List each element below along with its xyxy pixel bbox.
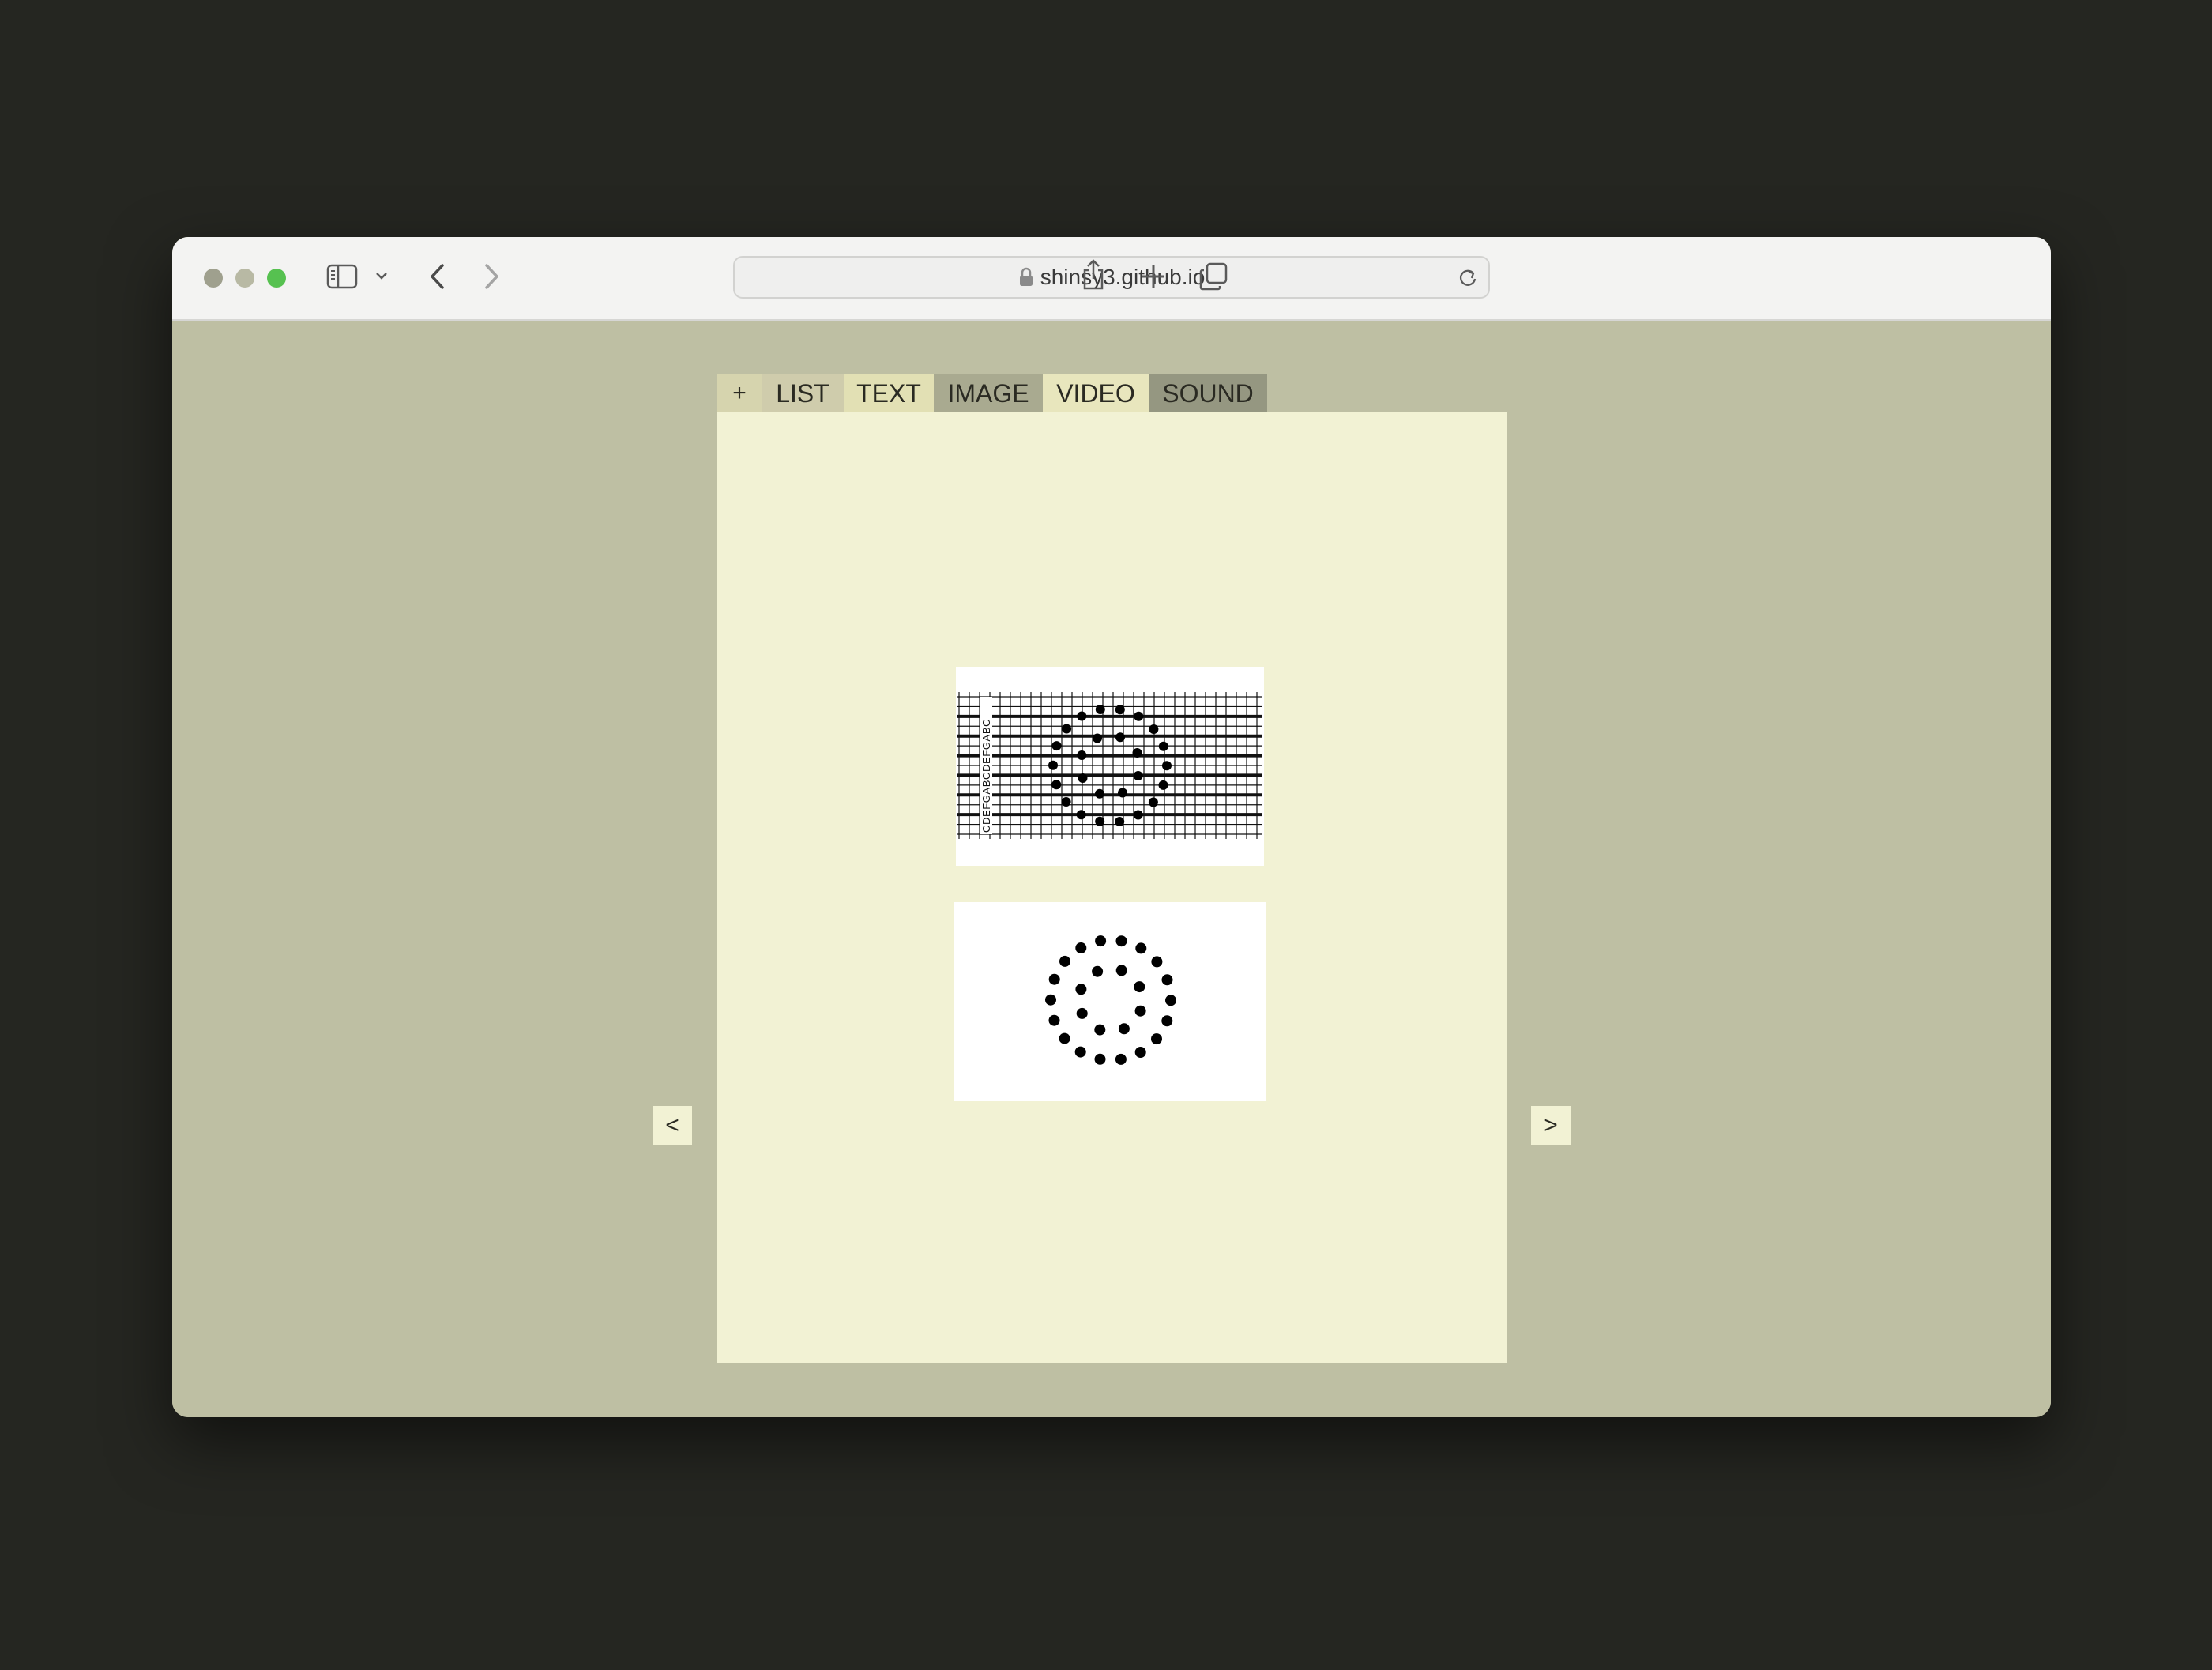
score-dot [1077,750,1087,760]
category-tabs: + LIST TEXT IMAGE VIDEO SOUND [717,374,1267,412]
lock-icon [1019,267,1033,286]
score-image: CDEFGABCDEFGABC [957,692,1262,839]
chevron-down-icon[interactable] [374,270,389,281]
score-dot [1077,711,1087,721]
score-dot [1148,797,1158,807]
score-dot [1134,711,1144,721]
pattern-dot [1161,1015,1173,1027]
score-dot [1093,733,1102,743]
pattern-dot [1115,1053,1127,1065]
pattern-dot [1048,973,1060,985]
score-dot [1076,810,1086,820]
score-dot [1095,705,1105,714]
score-dot [1062,724,1072,734]
pattern-dot [1151,956,1163,968]
next-button[interactable]: > [1531,1106,1571,1145]
score-dot [1115,817,1125,826]
address-bar[interactable]: shinsy3.github.io [733,256,1490,299]
score-dot [1133,771,1143,780]
forward-icon[interactable] [482,261,502,292]
back-icon[interactable] [427,261,447,292]
pattern-dot [1151,1033,1162,1045]
pattern-dot [1118,1023,1130,1035]
tab-add[interactable]: + [717,374,762,412]
pattern-dot [1134,1005,1146,1017]
content-panel: CDEFGABCDEFGABC [717,412,1507,1363]
pattern-dot [1076,1007,1088,1019]
score-dot [1162,761,1172,771]
url-display: shinsy3.github.io [735,258,1488,297]
pattern-dot [1059,1032,1070,1044]
plus-icon[interactable] [1139,262,1168,291]
pattern-dot [1165,995,1176,1006]
browser-toolbar: shinsy3.github.io [172,237,2051,321]
browser-window: shinsy3.github.io + LIST TEXT IMAGE VIDE… [172,237,2051,1417]
share-icon[interactable] [1079,258,1108,292]
pattern-dot [1095,935,1107,947]
score-dot [1115,732,1125,743]
score-dot [1048,760,1058,770]
score-dot [1118,788,1127,798]
score-dot [1133,810,1143,820]
pattern-dot [1135,942,1147,954]
score-dot [1132,748,1142,758]
close-window-button[interactable] [204,269,223,288]
tab-list[interactable]: LIST [762,374,844,412]
score-dot [1158,780,1168,790]
score-dot [1115,705,1125,715]
score-image-card[interactable]: CDEFGABCDEFGABC [956,667,1264,866]
prev-button[interactable]: < [653,1106,692,1145]
score-dot [1095,816,1105,826]
pattern-dot [1134,981,1146,993]
score-dot [1078,773,1088,783]
dot-image-card[interactable] [954,902,1266,1101]
pattern-dot [1075,984,1087,995]
score-dot [1149,724,1159,734]
pattern-dot [1075,942,1087,953]
dot-pattern-image [1045,935,1176,1065]
tab-sound[interactable]: SOUND [1149,374,1267,412]
pattern-dot [1115,965,1127,976]
pattern-dot [1048,1014,1060,1026]
sidebar-icon[interactable] [325,262,359,291]
pattern-dot [1094,1053,1106,1065]
tab-image[interactable]: IMAGE [934,374,1043,412]
score-dot [1158,741,1168,751]
reload-icon[interactable] [1457,267,1479,289]
web-page: + LIST TEXT IMAGE VIDEO SOUND CDEFGABCDE… [172,321,2051,1417]
score-dot [1051,780,1062,790]
staff-letters: CDEFGABCDEFGABC [980,719,992,833]
pattern-dot [1092,965,1104,977]
score-dot [1095,788,1104,799]
tab-video[interactable]: VIDEO [1043,374,1149,412]
pattern-dot [1134,1047,1146,1058]
pattern-dot [1045,994,1056,1006]
pattern-dot [1074,1046,1086,1058]
score-dot [1051,741,1062,751]
score-dot [1061,797,1071,807]
minimize-window-button[interactable] [235,269,254,288]
tabs-icon[interactable] [1198,261,1229,292]
tab-text[interactable]: TEXT [844,374,934,412]
pattern-dot [1094,1024,1106,1036]
zoom-window-button[interactable] [267,269,286,288]
url-text: shinsy3.github.io [1040,265,1206,289]
pattern-dot [1115,935,1127,947]
pattern-dot [1059,955,1070,967]
pattern-dot [1161,974,1173,986]
